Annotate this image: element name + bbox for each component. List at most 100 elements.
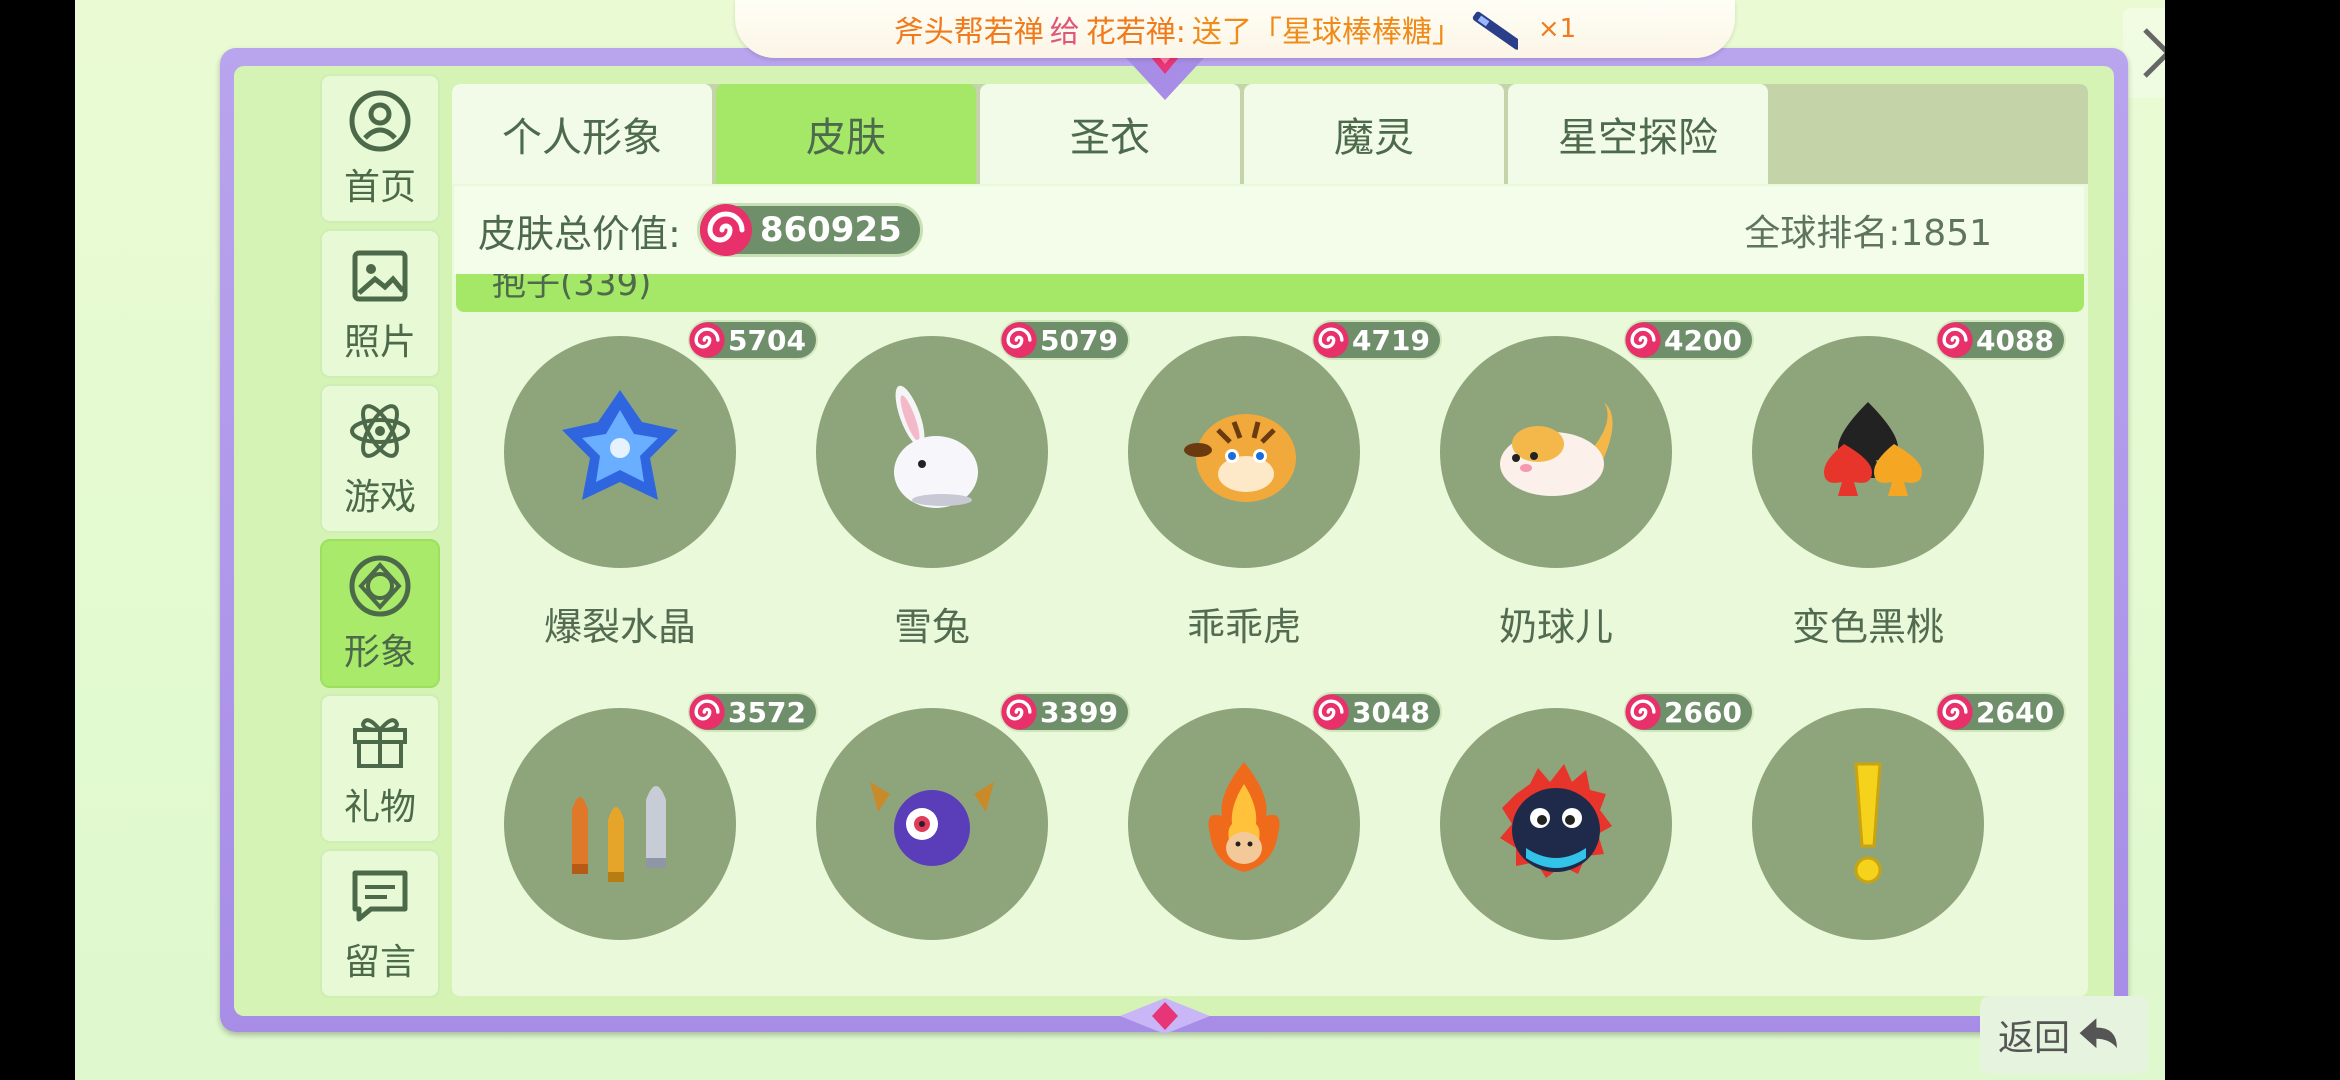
skin-item[interactable]: 3048 [1126, 692, 1442, 996]
skin-name: 奶球儿 [1498, 605, 1613, 649]
sidebar: 首页 照片 游戏 形象 礼物 留言 [320, 74, 442, 1004]
candy-icon [1625, 694, 1661, 730]
sidebar-item-photos[interactable]: 照片 [320, 229, 440, 378]
hamster-icon [1500, 402, 1613, 496]
total-value-badge: 860925 [696, 203, 923, 257]
sidebar-item-gifts[interactable]: 礼物 [320, 694, 440, 843]
tiger-icon [1184, 414, 1296, 502]
tab-magic-spirit[interactable]: 魔灵 [1244, 84, 1504, 184]
skin-item[interactable]: 4088 变色黑桃 [1750, 320, 2066, 660]
skin-circle [816, 708, 1048, 940]
atom-icon [350, 403, 410, 458]
candy-icon [1625, 322, 1661, 358]
skin-item[interactable]: 4200 奶球儿 [1438, 320, 1754, 660]
sidebar-item-label: 游戏 [343, 476, 416, 518]
back-button[interactable]: 返回 [1980, 996, 2148, 1074]
person-circle-icon [349, 90, 411, 151]
candy-icon [1313, 322, 1349, 358]
skin-circle [1128, 708, 1360, 940]
skin-item[interactable]: 2640 [1750, 692, 2066, 996]
skin-item[interactable]: 3572 [502, 692, 818, 996]
rabbit-icon [894, 385, 978, 508]
total-value-label: 皮肤总价值: [478, 211, 681, 256]
price-value: 5704 [728, 323, 806, 357]
price-value: 5079 [1040, 323, 1118, 357]
eyeball-bat-icon [870, 782, 994, 866]
price-badge: 3048 [1312, 692, 1442, 732]
price-badge: 3399 [1000, 692, 1130, 732]
candy-icon [689, 694, 725, 730]
gift-icon [353, 717, 407, 768]
bullets-icon [572, 786, 666, 882]
sidebar-item-label: 照片 [343, 321, 416, 363]
message-icon [352, 870, 408, 921]
sidebar-item-label: 形象 [343, 631, 416, 673]
global-rank: 全球排名:1851 [1744, 213, 1992, 254]
price-value: 4200 [1664, 323, 1742, 357]
skin-name: 雪兔 [893, 605, 970, 649]
price-badge: 5079 [1000, 320, 1130, 360]
lollipop-stick-icon [1472, 6, 1522, 52]
price-value: 4088 [1976, 323, 2054, 357]
close-button[interactable] [2123, 8, 2165, 98]
skin-item[interactable]: 4719 乖乖虎 [1126, 320, 1442, 660]
skin-circle [1440, 336, 1672, 568]
frame-bottom-gem-icon [1120, 998, 1210, 1034]
skin-name: 乖乖虎 [1186, 605, 1301, 649]
spade-icon [1824, 402, 1922, 496]
sidebar-item-image[interactable]: 形象 [320, 539, 440, 688]
candy-icon [1313, 694, 1349, 730]
price-value: 2640 [1976, 695, 2054, 729]
sidebar-item-label: 首页 [343, 166, 416, 208]
tab-personal-image[interactable]: 个人形象 [452, 84, 712, 184]
skin-item[interactable]: 5704 爆裂水晶 [502, 320, 818, 660]
gift-notification-banner: 斧头帮若禅 给 花若禅: 送了「星球棒棒糖」 ×1 [735, 0, 1735, 58]
skin-item[interactable]: 2660 [1438, 692, 1754, 996]
price-badge: 2640 [1936, 692, 2066, 732]
skin-circle [1440, 708, 1672, 940]
return-arrow-icon [2079, 1018, 2117, 1049]
tab-star-exploration[interactable]: 星空探险 [1508, 84, 1768, 184]
skin-value-row: 皮肤总价值: 860925 全球排名:1851 [454, 186, 2084, 274]
candy-icon [689, 322, 725, 358]
gift-count: ×1 [1537, 14, 1577, 44]
skin-circle [1752, 336, 1984, 568]
price-badge: 5704 [688, 320, 818, 360]
content-panel: 个人形象 皮肤 圣衣 魔灵 星空探险 皮肤总价值: 860925 全球排名:18… [452, 84, 2088, 996]
price-badge: 4200 [1624, 320, 1754, 360]
tab-skin[interactable]: 皮肤 [716, 84, 976, 184]
crystal-icon [562, 390, 678, 500]
sidebar-item-messages[interactable]: 留言 [320, 849, 440, 998]
skin-circle [1128, 336, 1360, 568]
sender-name: 斧头帮若禅 [893, 15, 1044, 50]
skin-circle [504, 336, 736, 568]
back-label: 返回 [1997, 1018, 2070, 1059]
price-badge: 3572 [688, 692, 818, 732]
skin-name: 爆裂水晶 [543, 605, 696, 649]
price-badge: 4719 [1312, 320, 1442, 360]
candy-icon [1001, 694, 1037, 730]
receiver-name: 花若禅: [1085, 15, 1186, 50]
sidebar-item-home[interactable]: 首页 [320, 74, 440, 223]
diamond-icon [349, 555, 411, 616]
total-value: 860925 [759, 210, 902, 250]
sidebar-item-label: 礼物 [343, 786, 416, 828]
category-header-strip: 抱子(339) [456, 274, 2084, 312]
skin-item[interactable]: 5079 雪兔 [814, 320, 1130, 660]
sidebar-item-label: 留言 [343, 941, 416, 983]
fire-monkey-icon [1208, 762, 1280, 872]
candy-icon [699, 204, 752, 256]
tab-bar: 个人形象 皮肤 圣衣 魔灵 星空探险 [452, 84, 2088, 184]
skin-circle [504, 708, 736, 940]
skin-circle [1752, 708, 1984, 940]
candy-icon [1001, 322, 1037, 358]
price-value: 2660 [1664, 695, 1742, 729]
skin-grid: 5704 爆裂水晶 5079 雪兔 4719 乖乖虎 4200 奶球儿 4088… [452, 320, 2088, 996]
spiky-monster-icon [1500, 764, 1612, 878]
banner-connector: 给 [1049, 15, 1080, 50]
skin-item[interactable]: 3399 [814, 692, 1130, 996]
sidebar-item-games[interactable]: 游戏 [320, 384, 440, 533]
price-badge: 4088 [1936, 320, 2066, 360]
candy-icon [1937, 322, 1973, 358]
price-value: 4719 [1352, 323, 1430, 357]
